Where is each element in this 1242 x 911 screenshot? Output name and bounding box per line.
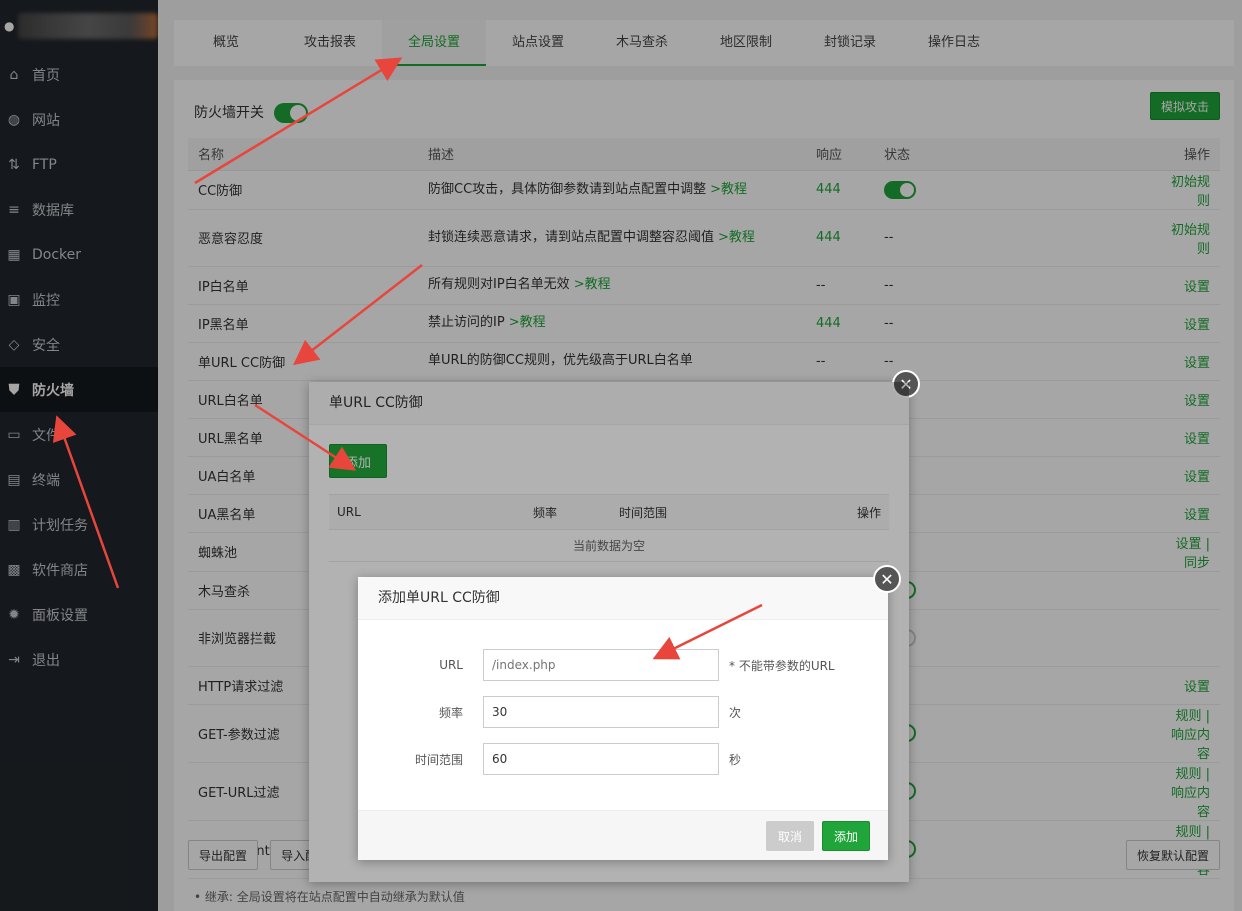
cancel-button[interactable]: 取消: [766, 821, 814, 851]
frequency-unit: 次: [729, 705, 742, 720]
dialog2-title: 添加单URL CC防御: [358, 577, 888, 620]
url-label: URL: [439, 658, 463, 672]
submit-add-button[interactable]: 添加: [822, 821, 870, 851]
time-range-field-row: 时间范围 秒: [358, 743, 741, 775]
url-field-row: URL * 不能带参数的URL: [358, 649, 835, 681]
url-input[interactable]: [483, 649, 719, 681]
add-single-url-cc-dialog: 添加单URL CC防御 URL * 不能带参数的URL 频率 次 时间范围 秒 …: [358, 577, 888, 860]
frequency-input[interactable]: [483, 696, 719, 728]
url-hint: * 不能带参数的URL: [729, 658, 835, 673]
close-icon[interactable]: ✕: [873, 565, 901, 593]
time-range-label: 时间范围: [414, 752, 463, 767]
frequency-field-row: 频率 次: [358, 696, 741, 728]
time-range-unit: 秒: [729, 752, 742, 767]
frequency-label: 频率: [438, 705, 463, 720]
time-range-input[interactable]: [483, 743, 719, 775]
dialog2-footer: 取消 添加: [358, 810, 888, 860]
